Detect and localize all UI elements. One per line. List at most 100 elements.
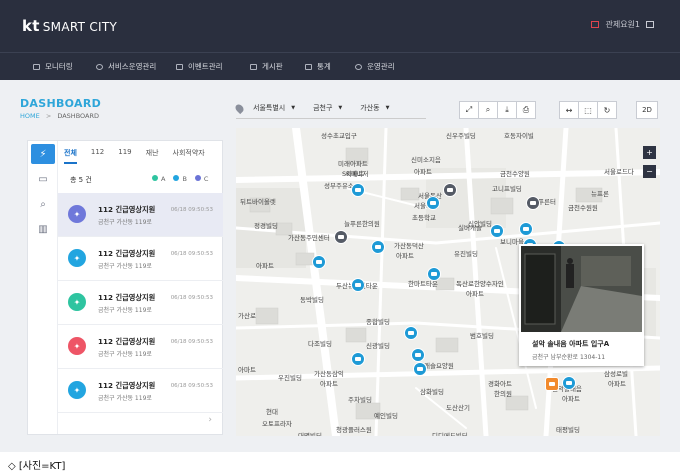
map-place-label: 청광플러스원 bbox=[336, 426, 372, 434]
camera-icon bbox=[338, 235, 344, 239]
cctv-marker-icon[interactable] bbox=[545, 377, 559, 391]
cctv-marker-icon[interactable] bbox=[404, 326, 418, 340]
map-place-label: 가산로 bbox=[238, 312, 256, 320]
user-name[interactable]: 관제요원1 bbox=[605, 19, 640, 30]
event-list-item[interactable]: ✦ 112 긴급영상지원 금천구 가산동 119로 06/18 09:50:53 bbox=[58, 237, 223, 281]
map-place-label: 가산동덕산 bbox=[394, 242, 424, 250]
event-title: 112 긴급영상지원 bbox=[98, 293, 156, 302]
tab-disaster[interactable]: 재난 bbox=[146, 148, 159, 164]
lightning-icon[interactable]: ⚡ bbox=[31, 144, 55, 164]
event-location: 금천구 가산동 119로 bbox=[98, 263, 152, 270]
cctv-marker-icon[interactable] bbox=[411, 348, 425, 362]
siren-icon: ✦ bbox=[68, 205, 86, 223]
breadcrumb: HOME > DASHBOARD bbox=[20, 112, 99, 120]
nav-admin[interactable]: 운영관리 bbox=[355, 61, 395, 72]
notification-icon[interactable] bbox=[591, 21, 600, 28]
chart-icon[interactable]: ▥ bbox=[31, 219, 55, 239]
event-list-item[interactable]: ✦ 112 긴급영상지원 금천구 가산동 119로 06/18 09:50:53 bbox=[58, 325, 223, 369]
camera-icon bbox=[430, 201, 436, 205]
tab-all[interactable]: 전체 bbox=[64, 148, 77, 164]
legend-dot-b bbox=[173, 175, 180, 181]
chevron-right-icon[interactable]: › bbox=[208, 415, 212, 425]
nav-event[interactable]: 이벤트관리 bbox=[176, 61, 223, 72]
cctv-marker-icon[interactable] bbox=[426, 196, 440, 210]
breadcrumb-separator: > bbox=[45, 112, 52, 120]
map-place-label: 아마트 bbox=[238, 366, 256, 374]
search-icon[interactable]: ⌕ bbox=[31, 194, 55, 214]
map-place-label: 신우주빌딩 bbox=[446, 132, 476, 140]
chevron-down-icon: ▼ bbox=[338, 105, 343, 111]
map-place-label: 호동자이빌 bbox=[504, 132, 534, 140]
dong-select[interactable]: 가산동 ▼ bbox=[360, 103, 389, 113]
map-place-label: 오토프라자 bbox=[262, 420, 292, 428]
nav-statistics[interactable]: 통계 bbox=[305, 61, 331, 72]
district-select[interactable]: 금천구 ▼ bbox=[313, 103, 342, 113]
event-list-item[interactable]: ✦ 112 긴급영상지원 금천구 가산동 119로 06/18 09:50:53 bbox=[58, 281, 223, 325]
cctv-marker-icon[interactable] bbox=[519, 222, 533, 236]
cctv-video[interactable] bbox=[521, 246, 642, 332]
cctv-marker-icon[interactable] bbox=[443, 183, 457, 197]
event-panel: ⚡ ▭ ⌕ ▥ 전체 112 119 재난 사회적약자 총 5 건 A B C … bbox=[27, 140, 223, 435]
logo-text: SMART CITY bbox=[42, 20, 118, 34]
view-2d-button[interactable]: 2D bbox=[636, 101, 658, 119]
map-place-label: 가산동삼익 bbox=[314, 370, 344, 378]
cctv-marker-icon[interactable] bbox=[562, 376, 576, 390]
event-title: 112 긴급영상지원 bbox=[98, 249, 156, 258]
screen-icon bbox=[176, 63, 183, 70]
map-place-label: 독산로한양수자인 bbox=[456, 280, 504, 288]
camera-icon bbox=[447, 188, 453, 192]
user-icon bbox=[96, 63, 103, 70]
breadcrumb-home[interactable]: HOME bbox=[20, 112, 40, 120]
map-place-label: 성수초교입구 bbox=[321, 132, 357, 140]
camera-icon[interactable]: ▭ bbox=[31, 169, 55, 189]
tab-119[interactable]: 119 bbox=[118, 148, 131, 164]
app-logo[interactable]: kt SMART CITY bbox=[22, 17, 117, 35]
download-icon[interactable]: ⤓ bbox=[497, 101, 517, 119]
nav-board[interactable]: 게시판 bbox=[250, 61, 283, 72]
siren-icon: ✦ bbox=[68, 249, 86, 267]
print-icon[interactable]: ⎙ bbox=[516, 101, 536, 119]
page-title: DASHBOARD bbox=[20, 97, 102, 110]
map-place-label: 늘푸른한의원 bbox=[344, 220, 380, 228]
nav-service-operation[interactable]: 서비스운영관리 bbox=[96, 61, 156, 72]
map-place-label: 아파트 bbox=[414, 168, 432, 176]
map-place-label: 성부주유소 bbox=[324, 182, 354, 190]
popup-address: 금천구 남부순환로 1304-11 bbox=[532, 354, 606, 361]
zoom-in-button[interactable]: + bbox=[643, 146, 656, 159]
cctv-marker-icon[interactable] bbox=[371, 240, 385, 254]
distance-icon[interactable]: ↔ bbox=[559, 101, 579, 119]
search-icon[interactable]: ⌕ bbox=[478, 101, 498, 119]
cctv-popup: 설악 솔내음 아파트 입구A 금천구 남부순환로 1304-11 bbox=[519, 244, 644, 366]
area-icon[interactable]: ⬚ bbox=[578, 101, 598, 119]
refresh-icon[interactable]: ↻ bbox=[597, 101, 617, 119]
popup-title: 설악 솔내음 아파트 입구A bbox=[532, 340, 610, 348]
cctv-marker-icon[interactable] bbox=[526, 196, 540, 210]
expand-icon[interactable]: ⤢ bbox=[459, 101, 479, 119]
tab-112[interactable]: 112 bbox=[91, 148, 104, 164]
nav-monitoring[interactable]: 모니터링 bbox=[33, 61, 73, 72]
cctv-marker-icon[interactable] bbox=[351, 278, 365, 292]
city-select[interactable]: 서울특별시 ▼ bbox=[253, 103, 295, 113]
map-place-label: 미래아파트 bbox=[338, 160, 368, 168]
cctv-marker-icon[interactable] bbox=[312, 255, 326, 269]
cctv-marker-icon[interactable] bbox=[334, 230, 348, 244]
event-location: 금천구 가산동 119로 bbox=[98, 307, 152, 314]
tab-vulnerable[interactable]: 사회적약자 bbox=[173, 148, 205, 164]
map-place-label: 실버캐슬 bbox=[458, 224, 482, 232]
cctv-marker-icon[interactable] bbox=[490, 224, 504, 238]
event-time: 06/18 09:50:53 bbox=[170, 207, 213, 213]
zoom-out-button[interactable]: − bbox=[643, 165, 656, 178]
cctv-marker-icon[interactable] bbox=[427, 267, 441, 281]
cctv-marker-icon[interactable] bbox=[413, 362, 427, 376]
camera-icon bbox=[375, 245, 381, 249]
event-list-item[interactable]: ✦ 112 긴급영상지원 금천구 가산동 119로 06/18 09:50:53 bbox=[58, 193, 223, 237]
event-list-item[interactable]: ✦ 112 긴급영상지원 금천구 가산동 119로 06/18 09:50:53 bbox=[58, 369, 223, 413]
map-place-label: 아파트 bbox=[608, 380, 626, 388]
logout-icon[interactable] bbox=[646, 21, 654, 28]
event-location: 금천구 가산동 119로 bbox=[98, 395, 152, 402]
cctv-video-frame bbox=[521, 246, 642, 332]
cctv-marker-icon[interactable] bbox=[351, 352, 365, 366]
event-time: 06/18 09:50:53 bbox=[170, 295, 213, 301]
camera-icon bbox=[415, 353, 421, 357]
cctv-marker-icon[interactable] bbox=[351, 183, 365, 197]
